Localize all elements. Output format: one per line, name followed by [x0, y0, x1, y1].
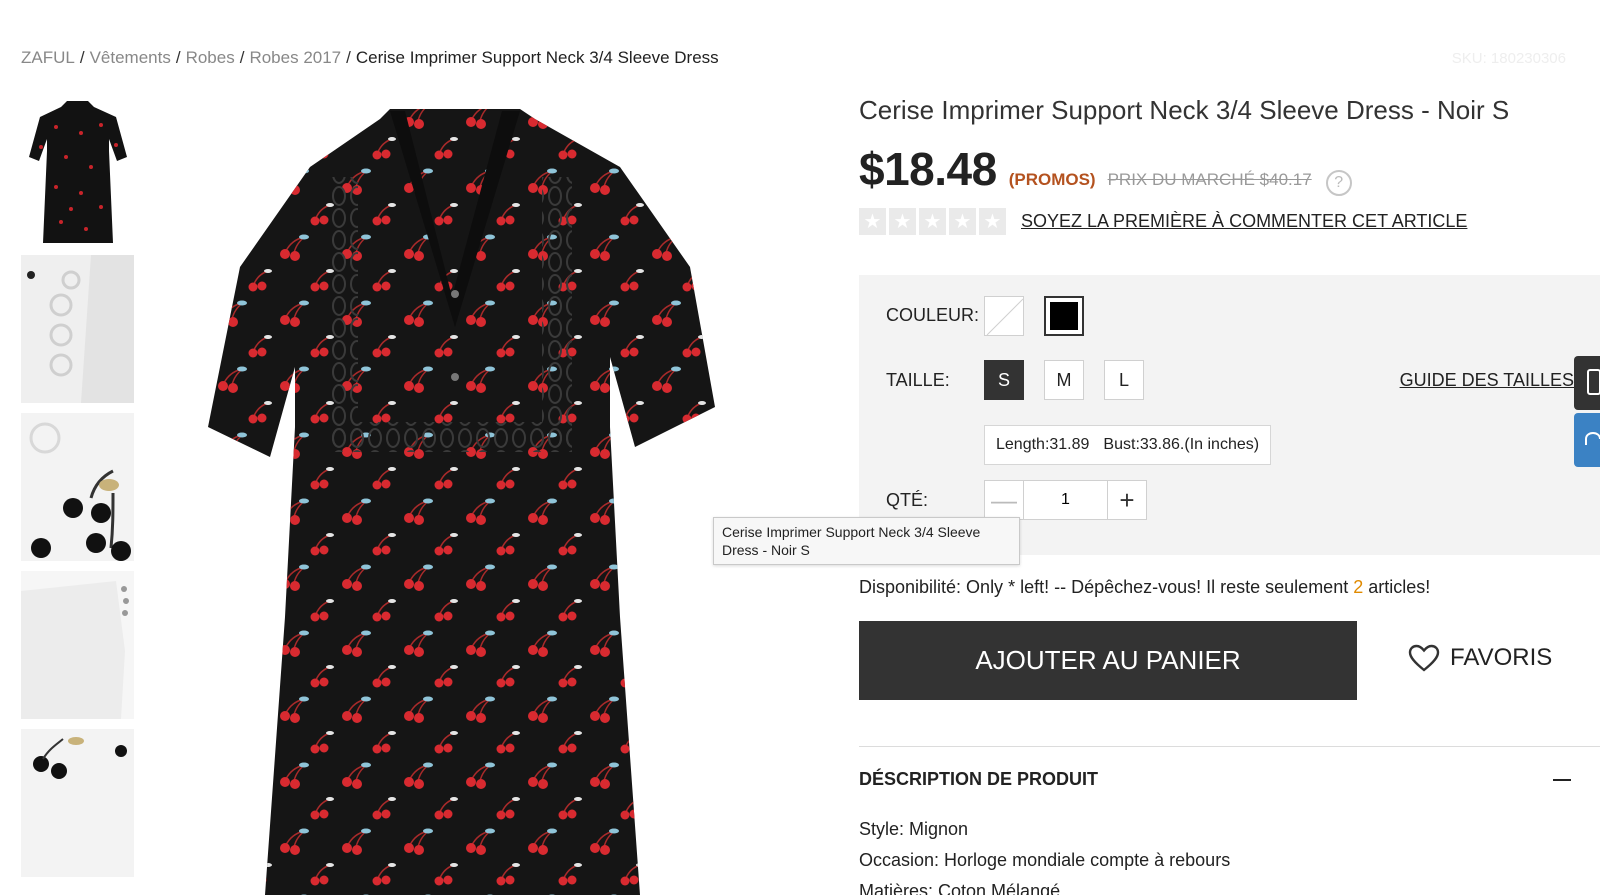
image-hover-tooltip: Cerise Imprimer Support Neck 3/4 Sleeve …	[713, 517, 1020, 565]
quantity-increase-button[interactable]: +	[1107, 480, 1147, 520]
product-price: $18.48	[859, 143, 997, 195]
color-swatch-white[interactable]	[984, 296, 1024, 336]
quantity-decrease-button[interactable]: —	[984, 480, 1024, 520]
stock-count: 2	[1353, 577, 1364, 597]
breadcrumb-current: Cerise Imprimer Support Neck 3/4 Sleeve …	[355, 48, 719, 67]
quantity-label: QTÉ:	[886, 490, 929, 510]
help-icon[interactable]: ?	[1325, 170, 1352, 196]
market-price: PRIX DU MARCHÉ $40.17	[1107, 170, 1312, 189]
size-button-l[interactable]: L	[1104, 360, 1144, 400]
collapse-icon[interactable]	[1553, 779, 1571, 781]
favorites-label: FAVORIS	[1450, 644, 1553, 671]
description-style: Style: Mignon	[859, 819, 969, 839]
promo-badge: (PROMOS)	[1008, 170, 1096, 189]
write-review-link[interactable]: SOYEZ LA PREMIÈRE À COMMENTER CET ARTICL…	[1021, 211, 1467, 232]
availability-prefix: Disponibilité: Only * left! -- Dépêchez-…	[859, 577, 1354, 597]
length-value: Length:31.89	[996, 436, 1090, 453]
size-label: TAILLE:	[886, 370, 950, 390]
star-icon: ★	[979, 208, 1006, 235]
star-icon: ★	[919, 208, 946, 235]
lace-detail-image	[21, 255, 134, 403]
product-title: Cerise Imprimer Support Neck 3/4 Sleeve …	[859, 95, 1510, 125]
availability-text: Disponibilité: Only * left! -- Dépêchez-…	[859, 577, 1430, 598]
breadcrumb: ZAFUL / Vêtements / Robes / Robes 2017/Cerise …	[21, 48, 719, 68]
fabric-detail-image	[21, 729, 134, 877]
breadcrumb-separator: /	[79, 48, 85, 67]
thumbnail-cherry-print[interactable]	[21, 413, 134, 561]
thumbnail-fabric-detail[interactable]	[21, 729, 134, 877]
dress-main-image	[150, 97, 790, 895]
section-divider	[859, 746, 1600, 747]
sku-label: SKU: 180230306	[1451, 50, 1566, 67]
thumbnail-front[interactable]	[21, 97, 134, 245]
headset-icon	[1585, 432, 1600, 445]
color-label: COULEUR:	[886, 305, 980, 325]
size-guide-link[interactable]: GUIDE DES TAILLES	[1400, 370, 1574, 391]
dress-thumbnail-image	[21, 97, 134, 245]
breadcrumb-separator: /	[346, 48, 351, 67]
quantity-input[interactable]	[1024, 480, 1107, 520]
mobile-icon	[1587, 369, 1600, 395]
favorites-button[interactable]: FAVORIS	[1408, 644, 1552, 672]
side-tab-support[interactable]	[1574, 413, 1600, 467]
unavailable-slash-icon	[986, 298, 1024, 336]
description-list: Style: Mignon Occasion: Horloge mondiale…	[859, 814, 1230, 895]
star-icon: ★	[859, 208, 886, 235]
rating-row: ★ ★ ★ ★ ★ SOYEZ LA PREMIÈRE À COMMENTER …	[859, 208, 1600, 235]
star-icon: ★	[889, 208, 916, 235]
breadcrumb-link-dresses[interactable]: Robes	[186, 48, 235, 67]
thumbnail-sleeve-detail[interactable]	[21, 571, 134, 719]
main-product-image[interactable]	[150, 97, 790, 895]
price-row: $18.48 (PROMOS) PRIX DU MARCHÉ $40.17 ?	[859, 142, 1600, 196]
options-panel: COULEUR: TAILLE: S M L GUIDE DES TAILLES…	[859, 275, 1600, 555]
breadcrumb-link-clothing[interactable]: Vêtements	[90, 48, 171, 67]
heart-icon	[1408, 644, 1440, 672]
description-occasion: Occasion: Horloge mondiale compte à rebo…	[859, 850, 1231, 870]
bust-value: Bust:33.86.(In inches)	[1103, 436, 1260, 453]
add-to-cart-button[interactable]: AJOUTER AU PANIER	[859, 621, 1357, 700]
thumbnail-gallery	[21, 97, 134, 887]
product-info: Cerise Imprimer Support Neck 3/4 Sleeve …	[859, 95, 1600, 235]
star-icon: ★	[949, 208, 976, 235]
thumbnail-lace-detail[interactable]	[21, 255, 134, 403]
size-button-s[interactable]: S	[984, 360, 1024, 400]
description-material: Matières: Coton Mélangé	[859, 881, 1061, 895]
availability-suffix: articles!	[1363, 577, 1431, 597]
sleeve-detail-image	[21, 571, 134, 719]
side-tab-mobile[interactable]	[1574, 356, 1600, 410]
breadcrumb-separator: /	[175, 48, 181, 67]
size-button-m[interactable]: M	[1044, 360, 1084, 400]
black-color-fill	[1050, 302, 1078, 330]
color-swatch-black[interactable]	[1044, 296, 1084, 336]
description-title: DÉSCRIPTION DE PRODUIT	[859, 769, 1099, 789]
size-dimensions-box: Length:31.89 Bust:33.86.(In inches)	[984, 425, 1272, 465]
breadcrumb-link-home[interactable]: ZAFUL	[21, 48, 75, 67]
breadcrumb-link-dresses-2017[interactable]: Robes 2017	[249, 48, 341, 67]
breadcrumb-separator: /	[239, 48, 245, 67]
cherry-print-image	[21, 413, 134, 561]
